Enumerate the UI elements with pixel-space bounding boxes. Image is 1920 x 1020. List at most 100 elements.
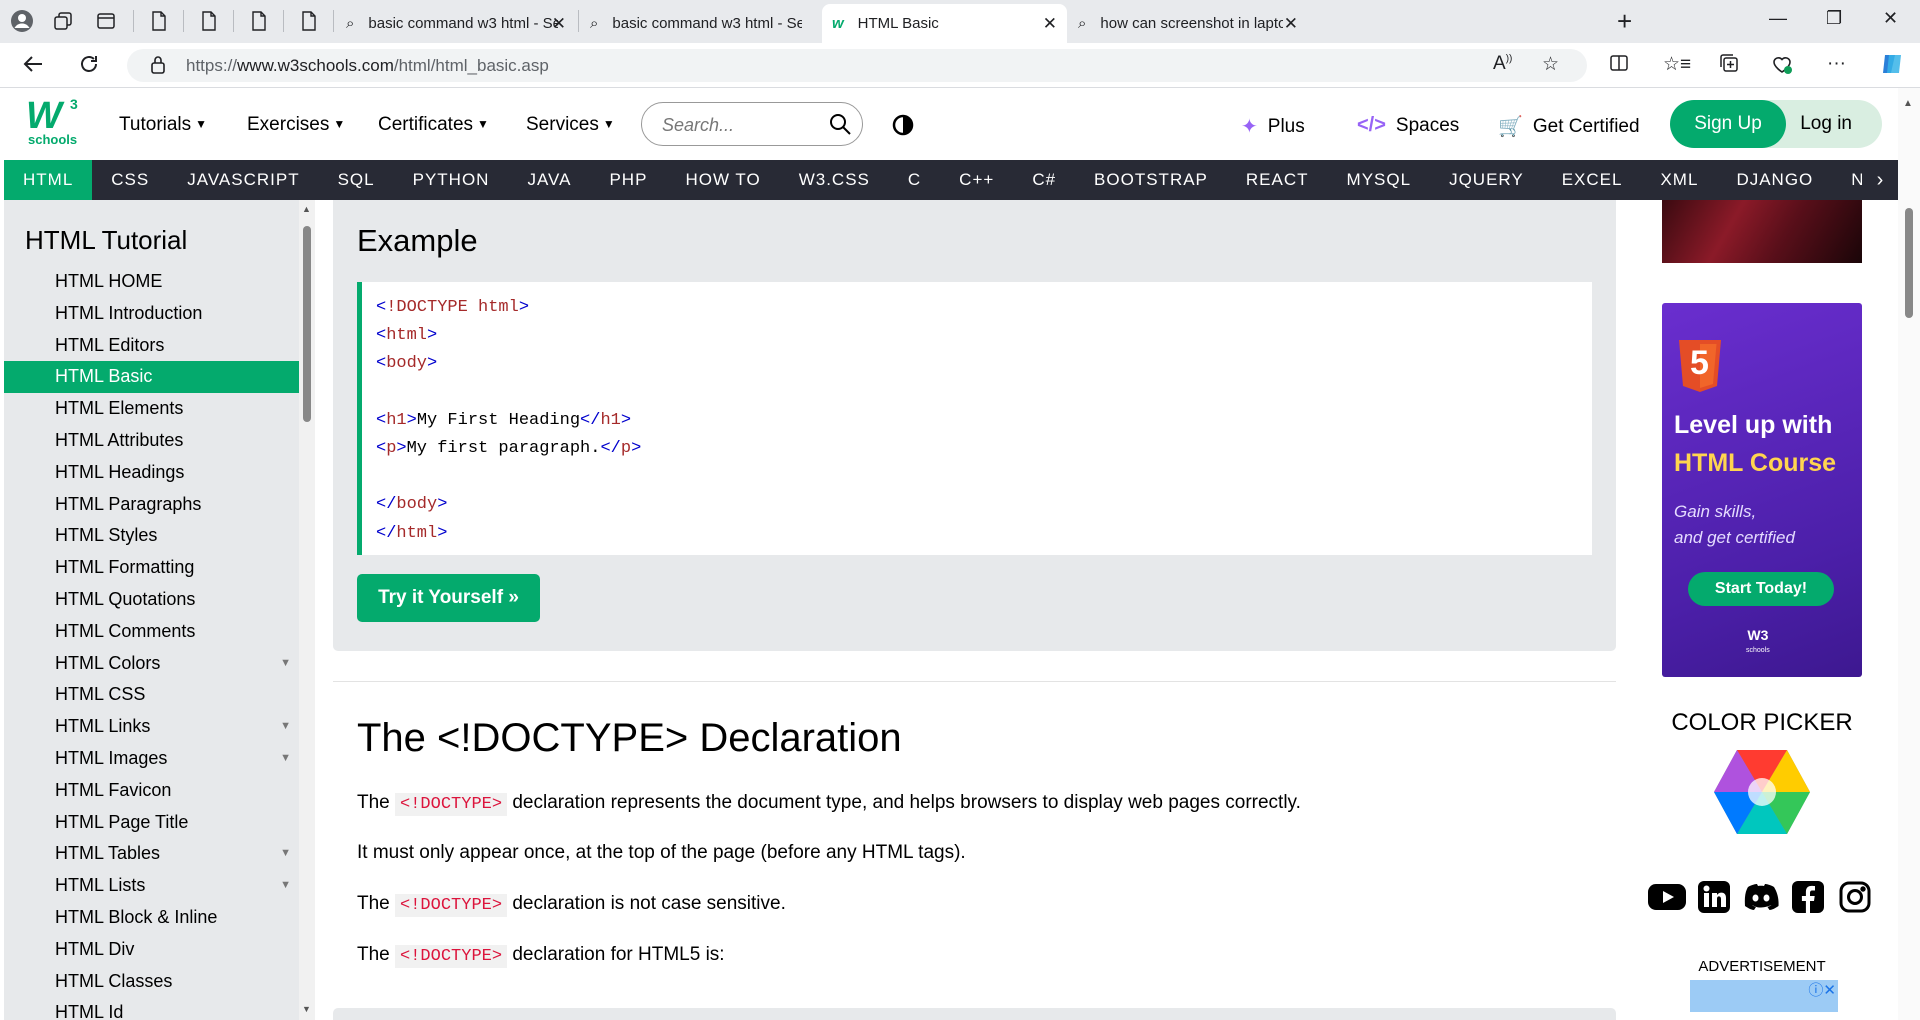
sign-up-button[interactable]: Sign Up — [1670, 100, 1786, 148]
url-field[interactable]: https://www.w3schools.com/html/html_basi… — [127, 49, 1587, 82]
search-icon[interactable] — [828, 112, 852, 141]
html-course-ad[interactable]: 5 Level up with HTML Course Gain skills,… — [1662, 303, 1862, 677]
youtube-icon[interactable] — [1647, 877, 1687, 917]
tab-search-3[interactable]: ⌕ how can screenshot in laptop - Se ✕ — [1068, 4, 1308, 43]
sidebar-item[interactable]: HTML Lists ▼ — [4, 870, 299, 902]
start-today-button[interactable]: Start Today! — [1688, 572, 1834, 606]
subject-nav-item[interactable]: XML — [1641, 160, 1717, 200]
page-scrollbar[interactable]: ▲ — [1898, 88, 1920, 1020]
subject-nav-item[interactable]: PYTHON — [394, 160, 509, 200]
subject-nav-item[interactable]: REACT — [1227, 160, 1328, 200]
more-options-icon[interactable]: ··· — [1827, 53, 1846, 75]
sidebar-item[interactable]: HTML Favicon — [4, 775, 299, 807]
sidebar-item[interactable]: HTML Links ▼ — [4, 711, 299, 743]
menu-tutorials[interactable]: Tutorials ▼ — [119, 114, 207, 136]
chevron-down-icon[interactable]: ▼ — [280, 870, 291, 902]
scrollbar-thumb[interactable] — [1905, 208, 1913, 318]
pinned-tab-1-icon[interactable] — [145, 7, 173, 35]
subject-nav-item[interactable]: HOW TO — [666, 160, 779, 200]
workspaces-icon[interactable] — [49, 7, 77, 35]
get-certified-link[interactable]: 🛒 Get Certified — [1498, 114, 1640, 139]
sidebar-item[interactable]: HTML Basic — [4, 361, 299, 394]
collections-icon[interactable] — [1719, 53, 1739, 79]
subject-nav-item[interactable]: MYSQL — [1328, 160, 1431, 200]
sidebar-item[interactable]: HTML HOME — [4, 266, 299, 298]
favorite-star-icon[interactable]: ☆ — [1542, 53, 1559, 76]
lock-icon[interactable] — [150, 55, 166, 80]
read-aloud-icon[interactable]: A)) — [1493, 53, 1512, 75]
subject-nav-item[interactable]: JAVASCRIPT — [168, 160, 318, 200]
ad-close-icon[interactable]: ⓘ✕ — [1808, 979, 1836, 1000]
split-screen-icon[interactable] — [1609, 53, 1629, 79]
advertisement-banner[interactable]: ⓘ✕ — [1690, 980, 1838, 1012]
plus-link[interactable]: ✦ Plus — [1241, 114, 1305, 139]
sidebar-item[interactable]: HTML Editors — [4, 330, 299, 362]
sidebar-item[interactable]: HTML Block & Inline — [4, 902, 299, 934]
facebook-icon[interactable] — [1788, 877, 1828, 917]
scroll-up-icon[interactable]: ▲ — [1903, 98, 1913, 109]
color-picker-title[interactable]: COLOR PICKER — [1662, 709, 1862, 737]
subject-nav-item[interactable]: C — [889, 160, 940, 200]
chevron-down-icon[interactable]: ▼ — [280, 743, 291, 775]
sidebar-item[interactable]: HTML Headings — [4, 457, 299, 489]
spaces-link[interactable]: </> Spaces — [1357, 114, 1459, 137]
subject-nav-item[interactable]: W3.CSS — [780, 160, 889, 200]
refresh-icon[interactable] — [78, 53, 100, 81]
sidebar-item[interactable]: HTML Colors ▼ — [4, 648, 299, 680]
menu-services[interactable]: Services ▼ — [526, 114, 615, 136]
sidebar-item[interactable]: HTML Div — [4, 934, 299, 966]
menu-certificates[interactable]: Certificates ▼ — [378, 114, 489, 136]
profile-icon[interactable] — [8, 7, 36, 35]
close-icon[interactable]: ✕ — [1043, 14, 1057, 34]
linkedin-icon[interactable] — [1694, 877, 1734, 917]
subject-nav-item[interactable]: EXCEL — [1543, 160, 1642, 200]
sidebar-item[interactable]: HTML Styles — [4, 520, 299, 552]
restore-icon[interactable]: ❐ — [1826, 8, 1842, 29]
scrollbar-thumb[interactable] — [303, 226, 311, 422]
copilot-icon[interactable] — [1879, 51, 1905, 83]
color-wheel-icon[interactable] — [1712, 748, 1812, 841]
subject-nav-item[interactable]: PHP — [590, 160, 666, 200]
instagram-icon[interactable] — [1835, 877, 1875, 917]
pinned-tab-2-icon[interactable] — [195, 7, 223, 35]
browser-essentials-icon[interactable] — [1771, 53, 1793, 81]
dark-mode-toggle-icon[interactable] — [892, 114, 914, 141]
pinned-tab-3-icon[interactable] — [245, 7, 273, 35]
subject-nav-item[interactable]: CSS — [92, 160, 168, 200]
close-icon[interactable]: ✕ — [552, 14, 566, 34]
search-input[interactable]: Search... — [641, 102, 863, 146]
ad-image[interactable] — [1662, 200, 1862, 263]
chevron-down-icon[interactable]: ▼ — [280, 838, 291, 870]
chevron-down-icon[interactable]: ▼ — [280, 711, 291, 743]
sidebar-item[interactable]: HTML Id — [4, 997, 299, 1020]
sidebar-item[interactable]: HTML Quotations — [4, 584, 299, 616]
sidebar-item[interactable]: HTML Tables ▼ — [4, 838, 299, 870]
chevron-down-icon[interactable]: ▼ — [280, 648, 291, 680]
close-window-icon[interactable]: ✕ — [1883, 8, 1898, 29]
scroll-up-icon[interactable]: ▲ — [302, 204, 311, 214]
w3schools-logo[interactable]: W 3 schools — [26, 96, 86, 147]
sidebar-item[interactable]: HTML Elements — [4, 393, 299, 425]
menu-exercises[interactable]: Exercises ▼ — [247, 114, 345, 136]
subject-nav-item[interactable]: HTML — [4, 160, 93, 200]
subject-nav-item[interactable]: JAVA — [508, 160, 590, 200]
back-icon[interactable] — [22, 53, 44, 81]
subject-nav-item[interactable]: JQUERY — [1430, 160, 1543, 200]
sidebar-scrollbar[interactable]: ▲ ▼ — [299, 200, 315, 1020]
close-icon[interactable]: ✕ — [1284, 14, 1298, 34]
minimize-icon[interactable]: — — [1769, 8, 1787, 29]
sidebar-item[interactable]: HTML CSS — [4, 679, 299, 711]
subject-nav-item[interactable]: C# — [1013, 160, 1075, 200]
subject-nav-item[interactable]: SQL — [319, 160, 394, 200]
scroll-down-icon[interactable]: ▼ — [302, 1004, 311, 1014]
sidebar-item[interactable]: HTML Images ▼ — [4, 743, 299, 775]
tab-search-2[interactable]: ⌕ basic command w3 html - Search — [580, 4, 820, 43]
sidebar-item[interactable]: HTML Introduction — [4, 298, 299, 330]
sidebar-item[interactable]: HTML Formatting — [4, 552, 299, 584]
sidebar-item[interactable]: HTML Classes — [4, 966, 299, 998]
chevron-right-icon[interactable]: › — [1862, 160, 1898, 200]
subject-nav-item[interactable]: C++ — [940, 160, 1013, 200]
sidebar-item[interactable]: HTML Page Title — [4, 807, 299, 839]
sidebar-item[interactable]: HTML Attributes — [4, 425, 299, 457]
new-tab-icon[interactable]: + — [1617, 8, 1632, 34]
